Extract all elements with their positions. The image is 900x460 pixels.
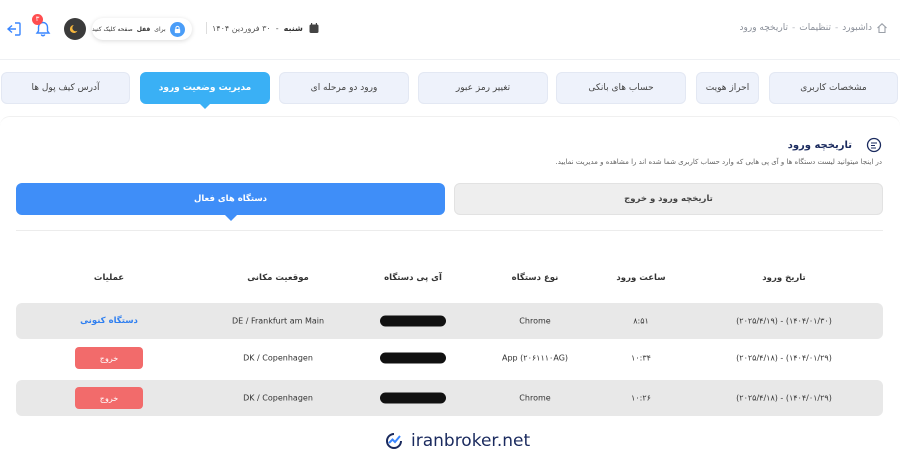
lock-prefix: برای [154, 25, 166, 33]
breadcrumb: داشبورد - تنظیمات - تاریخچه ورود [740, 22, 888, 34]
tab-login-logout-history[interactable]: تاریخچه ورود و خروج [454, 183, 883, 215]
lock-suffix: صفحه کلیک کنید [92, 25, 133, 33]
lock-bold: قفل [136, 25, 151, 33]
col-device-ip: آی پی دستگاه [384, 273, 442, 283]
table-row: (۲۰۲۵/۴/۱۸) - (۱۴۰۴/۰۱/۲۹) ۱۰:۳۴ App (۲۰… [16, 340, 883, 376]
login-time: ۸:۵۱ [633, 316, 649, 326]
tab-user-profile[interactable]: مشخصات کاربری [769, 72, 898, 104]
tab-two-factor[interactable]: ورود دو مرحله ای [279, 72, 409, 104]
tab-bank-accounts[interactable]: حساب های بانکی [556, 72, 686, 104]
day-name: شنبه [283, 23, 303, 33]
date-text: ۳۰ فروردین ۱۴۰۴ [212, 23, 271, 33]
breadcrumb-login-history: تاریخچه ورود [739, 23, 788, 33]
lock-screen-button[interactable]: برای قفل صفحه کلیک کنید [92, 18, 192, 40]
lock-icon [169, 21, 185, 37]
breadcrumb-separator: - [791, 23, 796, 33]
theme-toggle-button[interactable] [64, 18, 86, 40]
location: DE / Frankfurt am Main [231, 316, 325, 326]
device-type: App (۲۰۶۱۱۱۰AG) [501, 353, 569, 363]
logout-device-button[interactable]: خروج [75, 347, 143, 369]
location: DK / Copenhagen [243, 393, 313, 403]
login-date: (۲۰۲۵/۴/۱۹) - (۱۴۰۴/۰۱/۳۰) [736, 316, 832, 326]
breadcrumb-settings[interactable]: تنظیمات [799, 23, 831, 33]
col-device-type: نوع دستگاه [511, 273, 559, 283]
col-login-time: ساعت ورود [616, 273, 666, 283]
col-location: موقعیت مکانی [247, 273, 309, 283]
history-icon [866, 137, 882, 153]
table-row: (۲۰۲۵/۴/۱۹) - (۱۴۰۴/۰۱/۳۰) ۸:۵۱ Chrome D… [16, 303, 883, 339]
tab-login-status[interactable]: مدیریت وضعیت ورود [140, 72, 270, 109]
breadcrumb-separator: - [834, 23, 839, 33]
moon-icon [69, 24, 78, 33]
table-row: (۲۰۲۵/۴/۱۸) - (۱۴۰۴/۰۱/۲۹) ۱۰:۲۶ Chrome … [16, 380, 883, 416]
ip-redacted [380, 315, 446, 327]
top-bar: داشبورد - تنظیمات - تاریخچه ورود شنبه - … [0, 0, 900, 60]
watermark-text: iranbroker.net [411, 431, 531, 451]
logout-icon[interactable] [5, 20, 23, 38]
divider [206, 22, 207, 34]
section-description: در اینجا میتوانید لیست دستگاه ها و آی پی… [555, 158, 882, 166]
ip-redacted [380, 352, 446, 364]
device-type: Chrome [519, 393, 551, 403]
device-type: Chrome [519, 316, 551, 326]
table-header: تاریخ ورود ساعت ورود نوع دستگاه آی پی دس… [16, 273, 883, 289]
calendar-icon [309, 23, 319, 33]
section-title: تاریخچه ورود [787, 140, 852, 151]
col-actions: عملیات [93, 273, 125, 283]
date-dash: - [275, 23, 279, 33]
login-date: (۲۰۲۵/۴/۱۸) - (۱۴۰۴/۰۱/۲۹) [736, 393, 832, 403]
ip-redacted [380, 392, 446, 404]
tab-kyc[interactable]: احراز هویت [696, 72, 759, 104]
notification-badge: ۳ [32, 14, 43, 25]
chart-logo-icon [386, 433, 402, 449]
logout-device-button[interactable]: خروج [75, 387, 143, 409]
tab-active-devices[interactable]: دستگاه های فعال [16, 183, 445, 221]
tab-wallet-addresses[interactable]: آدرس کیف پول ها [1, 72, 130, 104]
breadcrumb-dashboard[interactable]: داشبورد [842, 23, 872, 33]
settings-tabs: مشخصات کاربری احراز هویت حساب های بانکی … [0, 72, 900, 109]
watermark: iranbroker.net [383, 430, 530, 452]
col-login-date: تاریخ ورود [762, 273, 806, 283]
home-icon[interactable] [876, 22, 888, 34]
login-time: ۱۰:۲۶ [631, 393, 651, 403]
login-date: (۲۰۲۵/۴/۱۸) - (۱۴۰۴/۰۱/۲۹) [736, 353, 832, 363]
current-device-label: دستگاه کنونی [80, 316, 138, 326]
divider [16, 230, 883, 231]
date-display: شنبه - ۳۰ فروردین ۱۴۰۴ [206, 22, 320, 34]
login-history-card: تاریخچه ورود در اینجا میتوانید لیست دستگ… [0, 116, 900, 460]
location: DK / Copenhagen [243, 353, 313, 363]
tab-change-password[interactable]: تغییر رمز عبور [418, 72, 548, 104]
login-time: ۱۰:۳۴ [631, 353, 651, 363]
